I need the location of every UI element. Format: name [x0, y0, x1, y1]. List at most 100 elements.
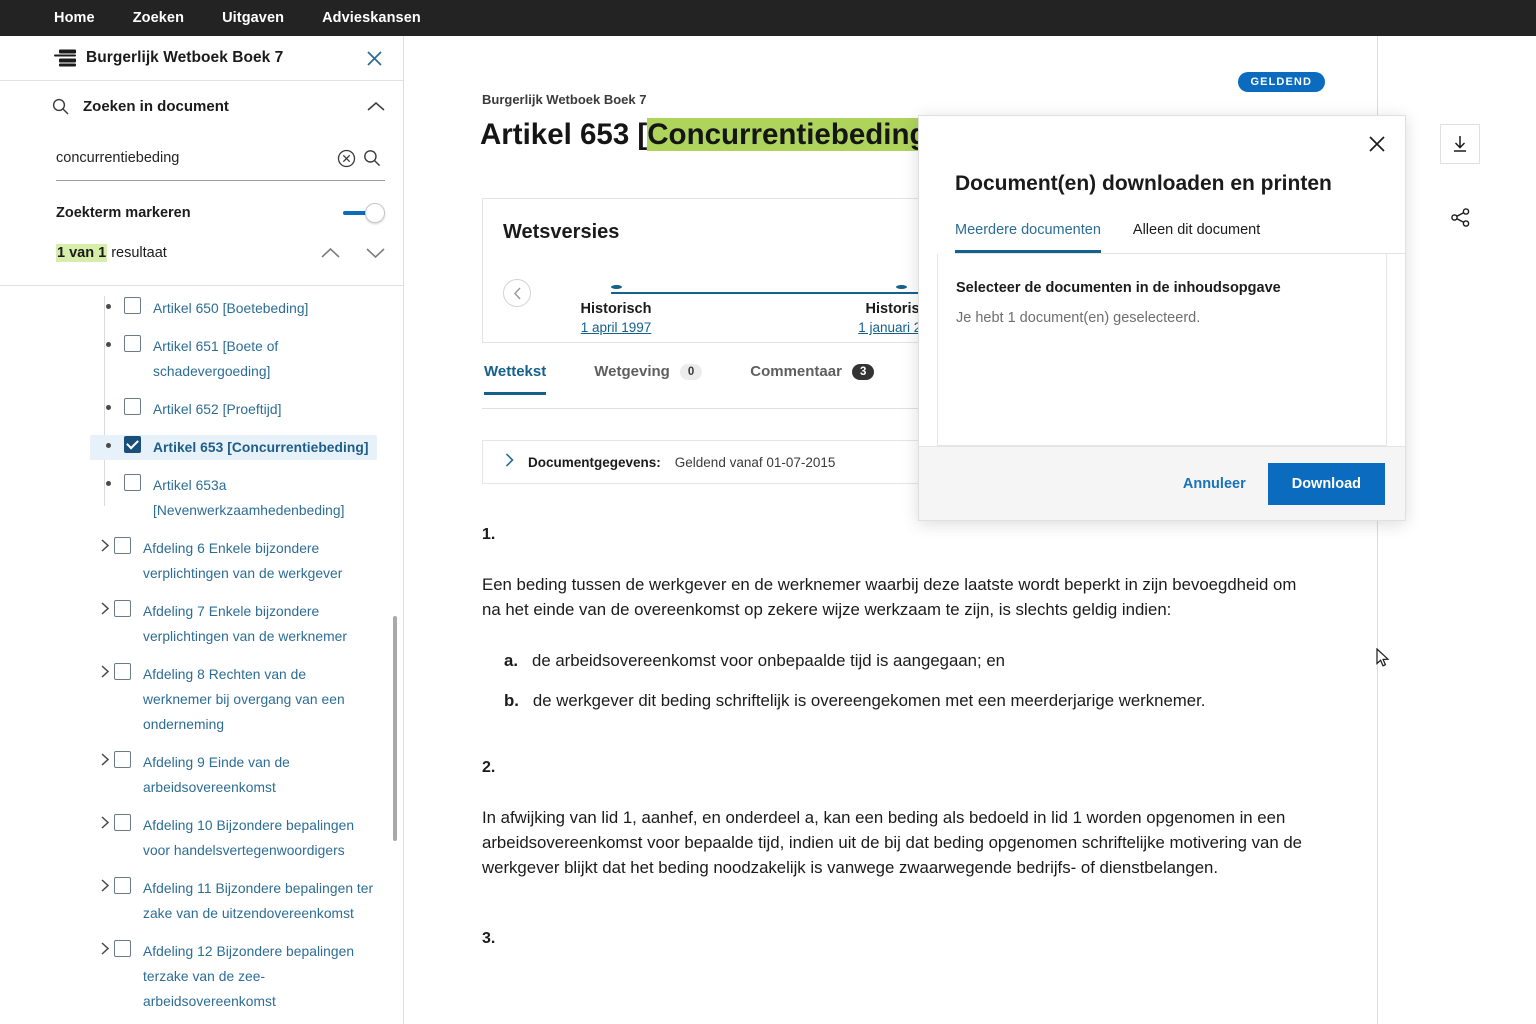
tree-item-label: Artikel 651 [Boete of schadevergoeding]: [153, 334, 377, 384]
tree-item-afdeling-8[interactable]: Afdeling 8 Rechten van de werknemer bij …: [96, 662, 377, 737]
lid-sublist: a. de arbeidsovereenkomst voor onbepaald…: [482, 648, 1312, 713]
download-icon[interactable]: [1440, 124, 1480, 164]
clear-circle-icon[interactable]: [333, 145, 359, 171]
highlight-toggle[interactable]: [343, 203, 385, 223]
tree-item-checkbox[interactable]: [124, 297, 141, 314]
tree-item-checkbox[interactable]: [114, 600, 131, 617]
chevron-right-icon[interactable]: [96, 876, 114, 892]
tree-item-checkbox[interactable]: [124, 436, 141, 453]
modal-tabs: Meerdere documenten Alleen dit document: [955, 222, 1405, 254]
chevron-right-icon[interactable]: [96, 939, 114, 955]
modal-body-subtext: Je hebt 1 document(en) geselecteerd.: [956, 310, 1366, 326]
timeline-dot[interactable]: [896, 285, 907, 289]
download-button[interactable]: Download: [1268, 463, 1385, 505]
search-panel-header[interactable]: Zoeken in document: [52, 81, 385, 131]
tree-item-checkbox[interactable]: [114, 940, 131, 957]
lid-paragraph: Een beding tussen de werkgever en de wer…: [482, 572, 1312, 622]
modal-body-heading: Selecteer de documenten in de inhoudsopg…: [956, 280, 1366, 296]
chevron-right-icon[interactable]: [96, 813, 114, 829]
search-result-row: 1 van 1 resultaat: [52, 245, 385, 285]
close-icon[interactable]: [1363, 130, 1391, 158]
list-item-text: de werkgever dit beding schriftelijk is …: [533, 688, 1206, 713]
timeline-status: Historisch: [581, 301, 652, 317]
chevron-right-icon[interactable]: [96, 750, 114, 766]
cancel-button[interactable]: Annuleer: [1183, 476, 1246, 492]
search-icon: [52, 98, 69, 115]
sidebar-header: Burgerlijk Wetboek Boek 7: [0, 36, 403, 81]
tree-item-label: Artikel 653a [Nevenwerkzaamhedenbeding]: [153, 473, 377, 523]
tree-item-artikel-653[interactable]: Artikel 653 [Concurrentiebeding]: [90, 435, 377, 460]
lid-paragraph: In afwijking van lid 1, aanhef, en onder…: [482, 805, 1312, 880]
chevron-right-icon[interactable]: [96, 662, 114, 678]
tree-item-artikel-652[interactable]: Artikel 652 [Proeftijd]: [96, 397, 377, 422]
lid-number: 1.: [482, 526, 1312, 544]
search-panel-label: Zoeken in document: [83, 98, 229, 115]
nav-item-uitgaven[interactable]: Uitgaven: [222, 10, 284, 26]
list-item: b. de werkgever dit beding schriftelijk …: [482, 688, 1312, 713]
highlight-toggle-label: Zoekterm markeren: [56, 205, 191, 221]
result-prev-icon[interactable]: [321, 247, 340, 259]
nav-item-advieskansen[interactable]: Advieskansen: [322, 10, 421, 26]
list-item: a. de arbeidsovereenkomst voor onbepaald…: [482, 648, 1312, 673]
search-input[interactable]: [56, 150, 333, 166]
timeline-dot[interactable]: [611, 285, 622, 289]
chevron-right-icon[interactable]: [96, 599, 114, 615]
search-field: [56, 139, 385, 181]
tree-item-checkbox[interactable]: [124, 335, 141, 352]
tree-item-checkbox[interactable]: [114, 877, 131, 894]
tab-commentaar[interactable]: Commentaar 3: [750, 363, 874, 392]
tree-item-checkbox[interactable]: [114, 751, 131, 768]
status-badge: GELDEND: [1238, 72, 1325, 92]
tree-item-checkbox[interactable]: [114, 537, 131, 554]
list-item-marker: a.: [504, 648, 518, 673]
document-body: 1. Een beding tussen de werkgever en de …: [482, 526, 1312, 976]
top-navigation-bar: Home Zoeken Uitgaven Advieskansen: [0, 0, 1536, 36]
sidebar-scrollbar[interactable]: [393, 616, 397, 841]
chevron-up-icon[interactable]: [367, 101, 385, 112]
tab-label: Wetgeving: [594, 363, 670, 380]
tree-item-label: Afdeling 12 Bijzondere bepalingen terzak…: [143, 939, 377, 1014]
bullet-icon: [106, 443, 111, 448]
tree-item-afdeling-6[interactable]: Afdeling 6 Enkele bijzondere verplichtin…: [96, 536, 377, 586]
tree-item-afdeling-12[interactable]: Afdeling 12 Bijzondere bepalingen terzak…: [96, 939, 377, 1014]
app-window: Home Zoeken Uitgaven Advieskansen Burger…: [0, 0, 1536, 1024]
tree-item-afdeling-9[interactable]: Afdeling 9 Einde van de arbeidsovereenko…: [96, 750, 377, 800]
tree-item-checkbox[interactable]: [114, 814, 131, 831]
result-next-icon[interactable]: [366, 247, 385, 259]
chevron-right-icon[interactable]: [96, 536, 114, 552]
close-icon[interactable]: [363, 47, 385, 69]
timeline-date-link[interactable]: 1 april 1997: [581, 320, 652, 335]
result-nav-group: [321, 247, 385, 259]
tree-item-label: Afdeling 9 Einde van de arbeidsovereenko…: [143, 750, 377, 800]
table-of-contents-icon: [54, 50, 76, 67]
tree-item-checkbox[interactable]: [124, 474, 141, 491]
modal-tab-alleen-dit-document[interactable]: Alleen dit document: [1133, 222, 1260, 253]
documentgegevens-value: Geldend vanaf 01-07-2015: [675, 455, 836, 470]
sidebar-title: Burgerlijk Wetboek Boek 7: [86, 49, 283, 67]
tree-item-label: Afdeling 6 Enkele bijzondere verplichtin…: [143, 536, 377, 586]
nav-item-home[interactable]: Home: [54, 10, 95, 26]
nav-item-zoeken[interactable]: Zoeken: [133, 10, 184, 26]
search-submit-icon[interactable]: [359, 145, 385, 171]
tree-item-afdeling-10[interactable]: Afdeling 10 Bijzondere bepalingen voor h…: [96, 813, 377, 863]
tab-wetgeving[interactable]: Wetgeving 0: [594, 363, 702, 392]
tree-item-checkbox[interactable]: [124, 398, 141, 415]
tree-item-checkbox[interactable]: [114, 663, 131, 680]
tree-item-label: Artikel 653 [Concurrentiebeding]: [153, 435, 369, 460]
tree-item-artikel-651[interactable]: Artikel 651 [Boete of schadevergoeding]: [96, 334, 377, 384]
tree-item-artikel-653a[interactable]: Artikel 653a [Nevenwerkzaamhedenbeding]: [96, 473, 377, 523]
table-of-contents-tree: Artikel 650 [Boetebeding] Artikel 651 [B…: [0, 286, 403, 1024]
timeline-meta: Historisch 1 april 1997: [581, 301, 652, 335]
share-icon[interactable]: [1440, 197, 1480, 237]
modal-tab-meerdere-documenten[interactable]: Meerdere documenten: [955, 222, 1101, 253]
chevron-left-circle-icon[interactable]: [503, 279, 531, 307]
tab-wettekst[interactable]: Wettekst: [484, 363, 546, 395]
toggle-knob: [365, 203, 385, 223]
download-print-modal: Document(en) downloaden en printen Meerd…: [918, 115, 1406, 521]
tree-item-afdeling-11[interactable]: Afdeling 11 Bijzondere bepalingen ter za…: [96, 876, 377, 926]
lid-number: 2.: [482, 759, 1312, 777]
search-panel: Zoeken in document Zoekterm markeren: [0, 81, 403, 286]
bullet-icon: [106, 405, 111, 410]
tree-item-afdeling-7[interactable]: Afdeling 7 Enkele bijzondere verplichtin…: [96, 599, 377, 649]
tree-item-artikel-650[interactable]: Artikel 650 [Boetebeding]: [96, 296, 377, 321]
